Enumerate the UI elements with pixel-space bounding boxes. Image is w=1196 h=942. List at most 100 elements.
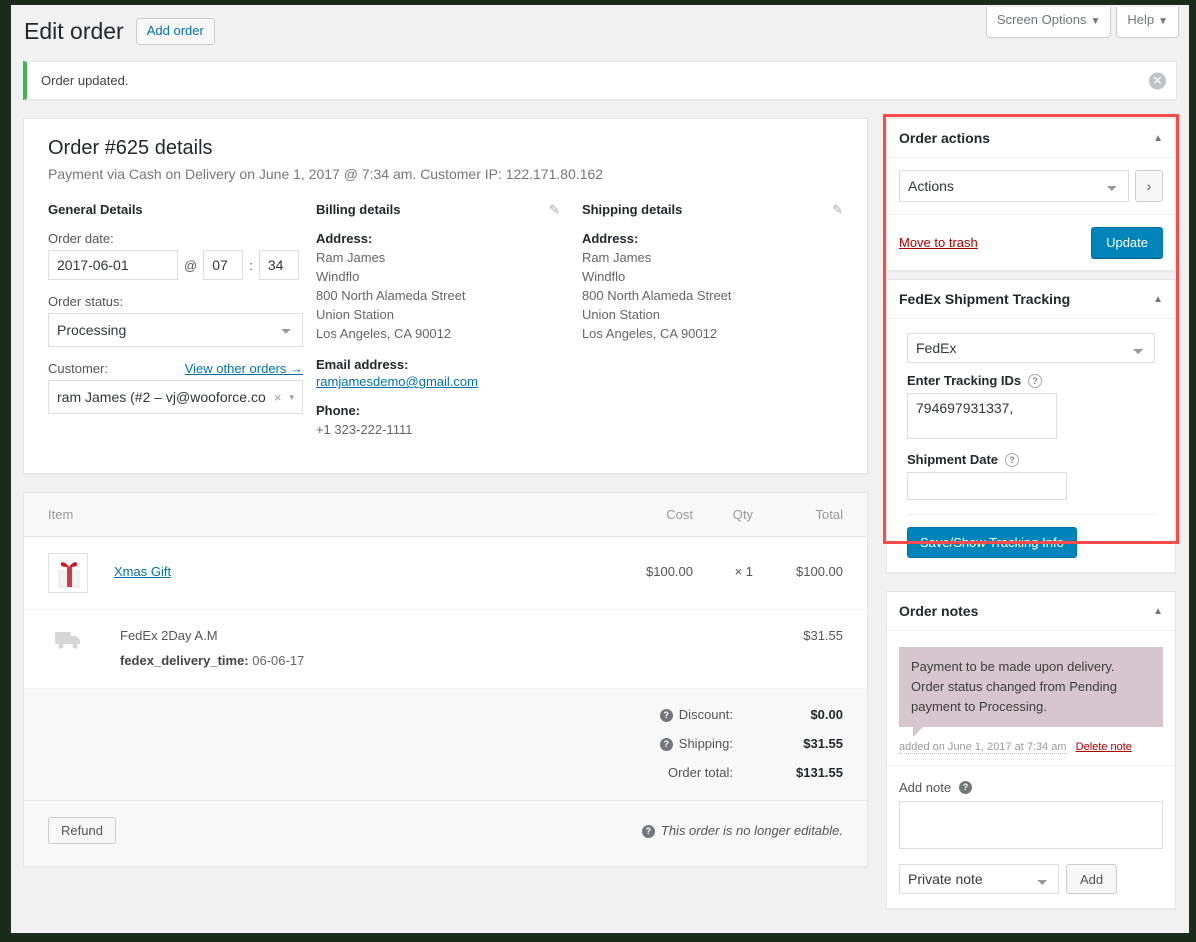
shipping-method-name: FedEx 2Day A.M	[120, 628, 218, 643]
billing-details-column: Billing details ✎ Address: Ram James Win…	[316, 202, 582, 453]
billing-email-link[interactable]: ramjamesdemo@gmail.com	[316, 374, 478, 389]
sidebar-column: Order actions ▲ Actions › Move to trash …	[883, 114, 1179, 909]
general-details-column: General Details Order date: @ : Order st…	[48, 202, 316, 453]
pencil-icon[interactable]: ✎	[832, 202, 843, 218]
tracking-ids-textarea[interactable]: 794697931337,	[907, 393, 1057, 439]
billing-email-label: Email address:	[315, 357, 409, 372]
order-actions-box: Order actions ▲ Actions › Move to trash …	[886, 118, 1176, 271]
order-details-header: Order #625 details Payment via Cash on D…	[24, 119, 867, 202]
help-icon[interactable]: ?	[659, 738, 673, 751]
customer-select[interactable]: ram James (#2 – vj@wooforce.com) × ▾	[48, 380, 303, 414]
order-date-input[interactable]	[48, 250, 178, 280]
shipping-label-cell: ? Shipping:	[533, 736, 733, 751]
add-note-footer: Private note Add	[899, 864, 1163, 894]
column-header-item: Item	[48, 507, 74, 522]
admin-screen: Screen Options ▼ Help ▼ Edit order Add ord…	[10, 4, 1190, 934]
order-detail-columns: General Details Order date: @ : Order st…	[24, 202, 867, 473]
fedex-tracking-heading: FedEx Shipment Tracking	[899, 291, 1071, 307]
fedex-tracking-box: FedEx Shipment Tracking ▲ FedEx Enter Tr…	[886, 279, 1176, 573]
carrier-select[interactable]: FedEx	[907, 333, 1155, 363]
update-button[interactable]: Update	[1091, 227, 1163, 258]
help-icon[interactable]: ?	[959, 781, 973, 794]
close-icon[interactable]: ✕	[1149, 72, 1166, 89]
product-thumbnail	[48, 553, 88, 593]
clear-icon[interactable]: ×	[274, 390, 282, 405]
billing-phone-label: Phone:	[315, 403, 361, 418]
help-icon[interactable]: ?	[641, 825, 655, 838]
shipping-address-line: Los Angeles, CA 90012	[581, 326, 718, 341]
order-notes-heading: Order notes	[899, 603, 979, 619]
discount-value: $0.00	[810, 707, 843, 722]
add-note-textarea[interactable]	[899, 801, 1163, 849]
order-totals: ? Discount: $0.00 ? Shipping: $31.55 Order…	[24, 689, 867, 801]
chevron-down-icon: ▾	[289, 391, 294, 402]
delete-note-link[interactable]: Delete note	[1076, 741, 1132, 753]
billing-details-heading: Billing details	[315, 202, 401, 217]
chevron-up-icon[interactable]: ▲	[1153, 606, 1163, 617]
content-wrap: Order #625 details Payment via Cash on D…	[11, 100, 1189, 909]
items-table-header: Item Cost Qty Total	[24, 493, 867, 537]
shipment-date-input[interactable]	[907, 472, 1067, 500]
fedex-tracking-body: FedEx Enter Tracking IDs ? 794697931337,…	[887, 319, 1175, 572]
order-total-value: $131.55	[796, 765, 843, 780]
not-editable-notice: ? This order is no longer editable.	[641, 823, 843, 838]
help-icon[interactable]: ?	[1028, 373, 1043, 388]
order-status-select[interactable]: Processing	[48, 313, 303, 347]
order-notes-box: Order notes ▲ Payment to be made upon de…	[886, 591, 1176, 909]
order-items-box: Item Cost Qty Total Xmas Gift $100.00 × …	[23, 492, 868, 867]
total-row: ? Shipping: $31.55	[48, 736, 843, 751]
order-hour-input[interactable]	[203, 250, 244, 280]
note-type-select[interactable]: Private note	[899, 864, 1059, 894]
order-note-timestamp: added on June 1, 2017 at 7:34 am	[899, 741, 1067, 754]
not-editable-text: This order is no longer editable.	[660, 823, 843, 838]
shipping-meta-value: 06-06-17	[252, 653, 305, 668]
truck-icon	[55, 632, 80, 649]
billing-phone-block: Phone: +1 323-222-1111	[316, 403, 582, 439]
order-action-select[interactable]: Actions	[899, 170, 1129, 202]
item-qty-cell: × 1	[734, 564, 753, 579]
billing-address-label: Address:	[315, 231, 373, 246]
items-footer: Refund ? This order is no longer editable…	[24, 801, 867, 866]
order-minute-input[interactable]	[258, 250, 299, 280]
order-status-label: Order status:	[48, 294, 124, 309]
help-button[interactable]: Help ▼	[1116, 7, 1179, 38]
discount-label-cell: ? Discount:	[533, 707, 733, 722]
order-note-text: Payment to be made upon delivery. Order …	[899, 647, 1163, 737]
order-date-row: @ :	[48, 250, 316, 280]
tracking-ids-label: Enter Tracking IDs	[907, 373, 1022, 388]
apply-action-button[interactable]: ›	[1135, 170, 1163, 202]
screen-options-button[interactable]: Screen Options ▼	[985, 7, 1112, 38]
refund-button[interactable]: Refund	[48, 817, 116, 844]
add-order-button[interactable]: Add order	[135, 18, 215, 46]
shipping-address-line: Ram James	[581, 250, 652, 265]
save-show-tracking-button[interactable]: Save/Show Tracking Info	[907, 527, 1077, 558]
billing-email-block: Email address: ramjamesdemo@gmail.com	[316, 357, 582, 389]
general-details-heading: General Details	[48, 202, 143, 217]
shipping-meta: fedex_delivery_time: 06-06-17	[120, 653, 753, 668]
shipping-meta-key: fedex_delivery_time:	[120, 653, 249, 668]
product-link[interactable]: Xmas Gift	[114, 564, 171, 579]
add-note-button[interactable]: Add	[1066, 864, 1118, 894]
move-to-trash-link[interactable]: Move to trash	[899, 235, 978, 250]
discount-label: Discount:	[678, 707, 733, 722]
shipping-address-block: Address: Ram James Windflo 800 North Ala…	[582, 231, 843, 343]
shipping-value: $31.55	[803, 736, 843, 751]
help-label: Help	[1127, 12, 1155, 27]
page-title-row: Edit order Add order	[24, 17, 215, 47]
order-details-box: Order #625 details Payment via Cash on D…	[23, 118, 868, 474]
admin-topbar: Screen Options ▼ Help ▼ Edit order Add ord…	[11, 5, 1189, 57]
main-column: Order #625 details Payment via Cash on D…	[23, 118, 868, 885]
pencil-icon[interactable]: ✎	[549, 202, 560, 218]
view-other-orders-link[interactable]: View other orders →	[185, 361, 303, 376]
billing-address-line: 800 North Alameda Street	[315, 288, 466, 303]
billing-address-block: Address: Ram James Windflo 800 North Ala…	[316, 231, 582, 343]
help-icon[interactable]: ?	[659, 709, 673, 722]
item-name-cell: Xmas Gift	[114, 553, 603, 579]
column-header-total: Total	[815, 507, 843, 522]
chevron-up-icon[interactable]: ▲	[1153, 294, 1163, 305]
help-icon[interactable]: ?	[1005, 452, 1020, 467]
chevron-down-icon: ▼	[1158, 16, 1168, 27]
order-actions-row: Actions ›	[899, 170, 1163, 202]
time-colon: :	[249, 257, 253, 273]
chevron-up-icon[interactable]: ▲	[1153, 133, 1163, 144]
